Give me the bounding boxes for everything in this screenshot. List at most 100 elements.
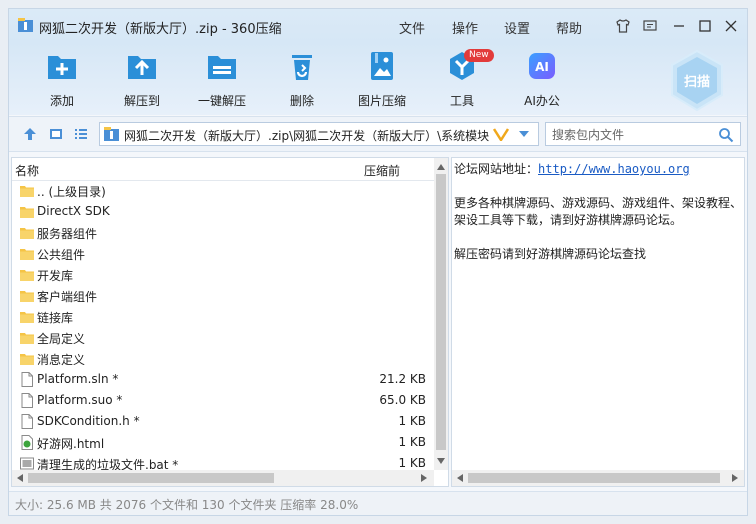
file-name: 服务器组件 — [37, 227, 98, 241]
file-icon — [21, 372, 33, 387]
file-size: 65.0 KB — [379, 393, 426, 407]
file-name: 开发库 — [37, 269, 74, 283]
ai-office-button[interactable]: AI AI办公 — [506, 49, 578, 109]
scan-label: 扫描 — [684, 74, 710, 90]
file-name: Platform.suo * — [37, 393, 123, 407]
toolbar: 添加 解压到 一键解压 删除 图片压缩 New 工具 AI AI办公 — [9, 43, 747, 115]
window-title: 网狐二次开发（新版大厅）.zip - 360压缩 — [39, 22, 282, 37]
image-compress-button[interactable]: 图片压缩 — [346, 49, 418, 109]
scroll-right-icon[interactable] — [421, 474, 427, 482]
search-box — [545, 122, 741, 146]
file-name: 客户端组件 — [37, 290, 98, 304]
file-name: SDKCondition.h * — [37, 414, 140, 428]
file-icon — [21, 393, 33, 408]
status-bar: 大小: 25.6 MB 共 2076 个文件和 130 个文件夹 压缩率 28.… — [9, 491, 747, 515]
comment-scroll-thumb[interactable] — [468, 473, 720, 483]
up-arrow-icon[interactable] — [22, 126, 38, 142]
file-row[interactable]: 开发库 — [12, 264, 434, 285]
path-text: 网狐二次开发（新版大厅）.zip\网狐二次开发（新版大厅）\系统模块 — [124, 129, 490, 143]
horizontal-scroll-thumb[interactable] — [28, 473, 274, 483]
tools-button[interactable]: New 工具 — [426, 49, 498, 109]
column-name[interactable]: 名称 — [15, 162, 39, 179]
file-row[interactable]: 消息定义 — [12, 348, 434, 369]
add-button[interactable]: 添加 — [26, 49, 98, 109]
menu-file[interactable]: 文件 — [399, 18, 425, 37]
extract-to-icon — [128, 56, 156, 79]
list-view-icon[interactable] — [73, 126, 89, 142]
forum-link[interactable]: http://www.haoyou.org — [538, 162, 690, 176]
file-list-panel: 名称 压缩前 .. (上级目录) DirectX SDK 服务器组件公共组件开发库客… — [11, 157, 449, 487]
file-row[interactable]: DirectX SDK — [12, 201, 434, 222]
one-click-extract-button[interactable]: 一键解压 — [186, 49, 258, 109]
chevron-down-icon[interactable] — [518, 130, 530, 138]
app-window: 网狐二次开发（新版大厅）.zip - 360压缩 文件 操作 设置 帮助 添加 — [8, 8, 748, 516]
minimize-icon — [674, 25, 684, 27]
menu-operate[interactable]: 操作 — [452, 18, 478, 37]
feedback-button[interactable] — [640, 16, 660, 36]
skin-button[interactable] — [613, 16, 633, 36]
file-row[interactable]: 公共组件 — [12, 243, 434, 264]
folder-icon — [20, 333, 34, 344]
comment-panel: 论坛网站地址：http://www.haoyou.org 更多各种棋牌源码、游戏… — [451, 157, 745, 487]
minimize-button[interactable] — [669, 16, 689, 36]
file-size: 1 KB — [398, 435, 426, 449]
search-input[interactable] — [550, 125, 714, 145]
file-name: Platform.sln * — [37, 372, 119, 386]
file-row[interactable]: 好游网.html 1 KB — [12, 432, 434, 453]
comment-horizontal-scrollbar[interactable] — [452, 470, 744, 486]
scroll-left-icon[interactable] — [17, 474, 23, 482]
title-bar: 网狐二次开发（新版大厅）.zip - 360压缩 文件 操作 设置 帮助 — [9, 9, 747, 43]
html-file-icon — [21, 435, 33, 450]
file-row[interactable]: 服务器组件 — [12, 222, 434, 243]
file-row[interactable]: SDKCondition.h * 1 KB — [12, 411, 434, 432]
batch-file-icon — [20, 457, 34, 470]
extract-to-button[interactable]: 解压到 — [106, 49, 178, 109]
comment-line-3: 架设工具等下载，请到好游棋牌源码论坛。 — [454, 213, 683, 227]
comment-line-2: 更多各种棋牌源码、游戏源码、游戏组件、架设教程、 — [454, 196, 743, 210]
search-icon[interactable] — [718, 127, 734, 143]
vertical-scrollbar[interactable] — [434, 158, 448, 470]
scroll-down-icon[interactable] — [437, 458, 445, 464]
navigation-bar: 网狐二次开发（新版大厅）.zip\网狐二次开发（新版大厅）\系统模块 — [9, 116, 747, 152]
close-button[interactable] — [721, 16, 741, 36]
scan-button[interactable]: 扫描 — [669, 49, 725, 113]
new-badge: New — [464, 49, 494, 62]
file-name: 好游网.html — [37, 437, 105, 451]
file-row[interactable]: Platform.suo * 65.0 KB — [12, 390, 434, 411]
file-name: 公共组件 — [37, 248, 86, 262]
folder-icon — [20, 291, 34, 302]
scroll-left-icon[interactable] — [457, 474, 463, 482]
delete-button[interactable]: 删除 — [266, 49, 338, 109]
file-size: 1 KB — [398, 414, 426, 428]
path-bar[interactable]: 网狐二次开发（新版大厅）.zip\网狐二次开发（新版大厅）\系统模块 — [99, 122, 539, 146]
file-row[interactable]: .. (上级目录) — [12, 180, 434, 201]
folder-icon — [20, 228, 34, 239]
archive-file-icon — [104, 127, 119, 141]
file-name: 链接库 — [37, 311, 74, 325]
menu-settings[interactable]: 设置 — [504, 18, 530, 37]
maximize-button[interactable] — [695, 16, 715, 36]
one-click-extract-icon — [208, 56, 236, 79]
file-size: 21.2 KB — [379, 372, 426, 386]
file-name: DirectX SDK — [37, 204, 110, 218]
vertical-scroll-thumb[interactable] — [436, 174, 446, 450]
scroll-up-icon[interactable] — [437, 164, 445, 170]
file-row[interactable]: 客户端组件 — [12, 285, 434, 306]
menu-help[interactable]: 帮助 — [556, 18, 582, 37]
comment-line-4: 解压密码请到好游棋牌源码论坛查找 — [454, 247, 647, 261]
file-name: 全局定义 — [37, 332, 86, 346]
scroll-right-icon[interactable] — [732, 474, 738, 482]
shirt-icon — [616, 19, 630, 33]
add-icon — [48, 56, 76, 79]
horizontal-scrollbar[interactable] — [12, 470, 434, 486]
folder-icon — [20, 312, 34, 323]
file-row[interactable]: 链接库 — [12, 306, 434, 327]
file-size: 1 KB — [398, 456, 426, 470]
thumbnail-view-icon[interactable] — [48, 126, 64, 142]
file-row[interactable]: Platform.sln * 21.2 KB — [12, 369, 434, 390]
ai-office-icon: AI — [529, 53, 555, 79]
message-icon — [643, 20, 657, 31]
column-header: 名称 压缩前 — [12, 158, 434, 181]
column-size[interactable]: 压缩前 — [364, 162, 400, 179]
file-row[interactable]: 全局定义 — [12, 327, 434, 348]
